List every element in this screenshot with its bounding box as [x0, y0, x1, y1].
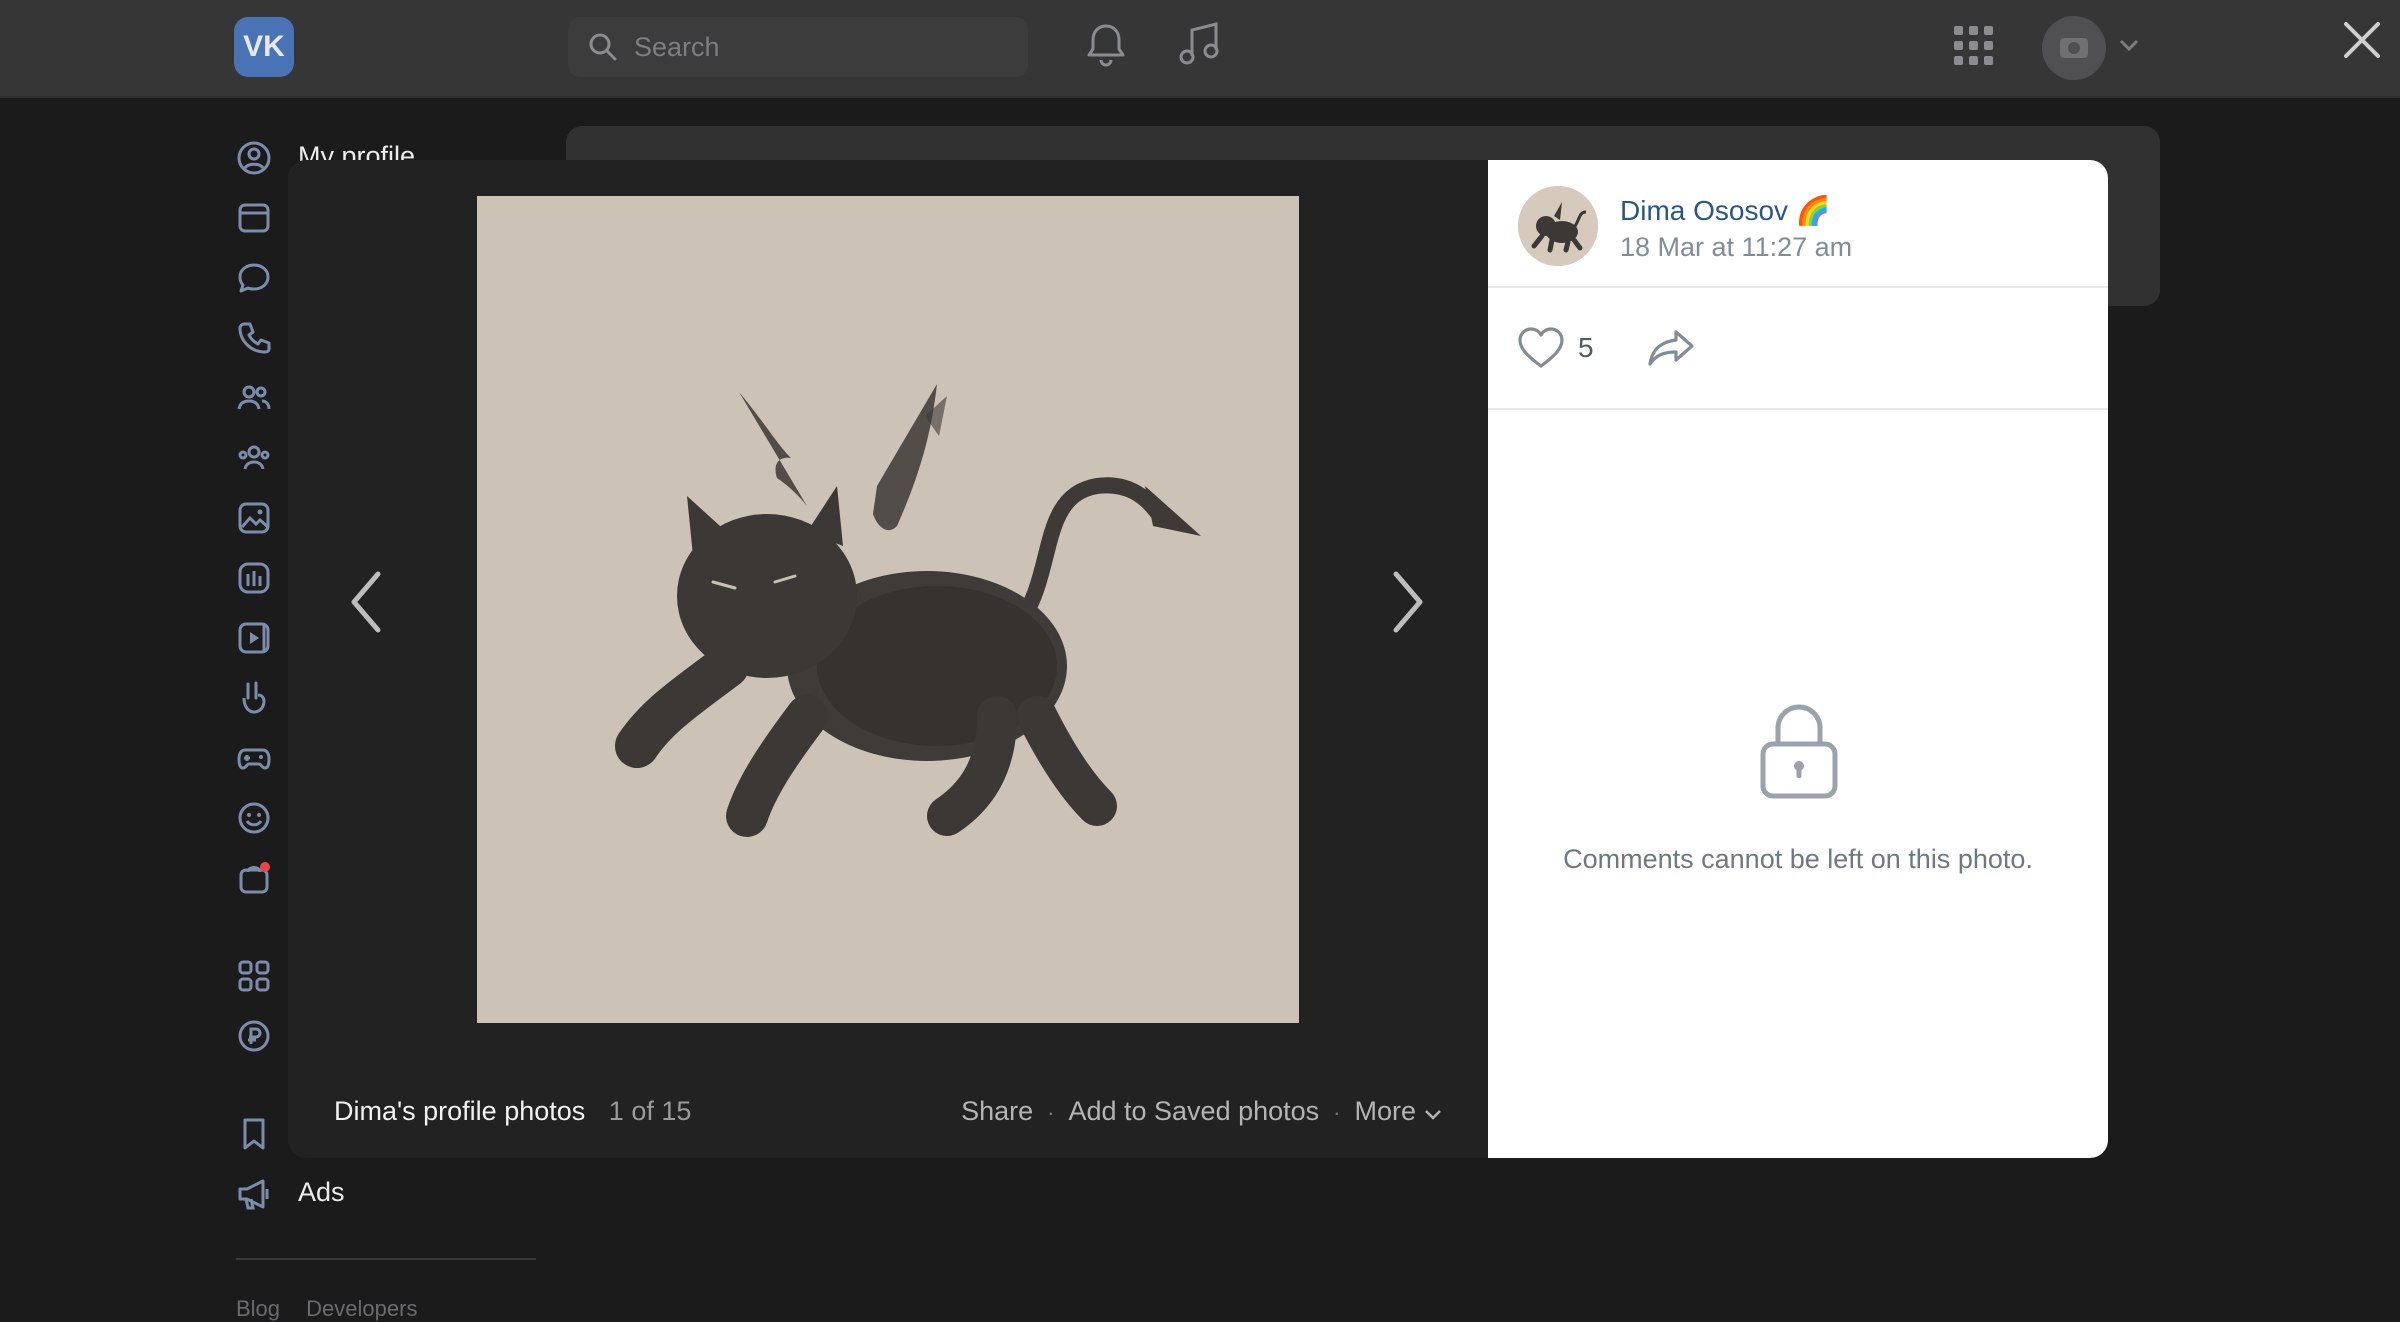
like-button[interactable]: 5 — [1516, 322, 1616, 374]
footer-link-developers[interactable]: Developers — [306, 1296, 417, 1321]
stickers-icon — [236, 800, 272, 841]
chevron-down-icon — [1424, 1097, 1442, 1128]
share-button[interactable] — [1646, 322, 1702, 374]
close-icon[interactable] — [2340, 18, 2384, 67]
profile-avatar[interactable] — [2042, 16, 2106, 80]
user-circle-icon — [236, 140, 272, 181]
lock-icon — [1758, 700, 1840, 805]
music-icon — [236, 560, 272, 601]
like-count: 5 — [1578, 332, 1594, 363]
footer-link-blog[interactable]: Blog — [236, 1296, 280, 1321]
communities-icon — [236, 440, 272, 481]
services-icon — [236, 958, 272, 999]
market-icon — [236, 860, 272, 901]
search-box[interactable] — [568, 17, 1028, 77]
more-menu[interactable]: More — [1354, 1096, 1442, 1126]
sidebar-item-ads[interactable]: Ads — [236, 1171, 556, 1215]
post-date[interactable]: 18 Mar at 11:27 am — [1620, 232, 1852, 263]
calls-icon — [236, 320, 272, 361]
games-icon — [236, 740, 272, 781]
winged-cat-illustration — [477, 196, 1299, 1023]
author-avatar[interactable] — [1518, 186, 1598, 266]
photo-viewer-modal: Dima's profile photos 1 of 15 Share · Add … — [288, 160, 2108, 1158]
video-icon — [236, 620, 272, 661]
photo[interactable] — [477, 196, 1299, 1023]
previous-photo-arrow-icon[interactable] — [348, 570, 384, 639]
photo-counter: 1 of 15 — [608, 1096, 692, 1126]
news-icon — [236, 200, 272, 241]
footer-links: Blog Developers — [236, 1296, 437, 1322]
add-to-saved-link[interactable]: Add to Saved photos — [1068, 1096, 1319, 1126]
next-photo-arrow-icon[interactable] — [1390, 570, 1426, 639]
share-link[interactable]: Share — [961, 1096, 1033, 1126]
chevron-down-icon[interactable] — [2118, 38, 2140, 57]
photo-actions: Share · Add to Saved photos · More — [961, 1096, 1442, 1128]
reactions-bar: 5 — [1488, 288, 2108, 410]
photo-info-pane: Dima Ososov 🌈 18 Mar at 11:27 am 5 Comme… — [1488, 160, 2108, 1158]
separator-dot: · — [1333, 1100, 1341, 1125]
camera-icon — [2060, 38, 2088, 58]
share-arrow-icon — [1646, 328, 1696, 373]
author-name[interactable]: Dima Ososov 🌈 — [1620, 194, 1831, 227]
search-icon — [588, 32, 618, 67]
search-input[interactable] — [634, 17, 1014, 77]
cat-avatar-icon — [1518, 186, 1598, 266]
sidebar-item-label: Ads — [298, 1177, 345, 1207]
megaphone-icon — [236, 1176, 274, 1217]
comments-disabled-message: Comments cannot be left on this photo. — [1563, 844, 2033, 874]
vk-logo[interactable]: VK — [234, 17, 294, 77]
payments-icon — [236, 1018, 272, 1059]
album-title[interactable]: Dima's profile photos — [334, 1096, 585, 1126]
top-bar: VK — [0, 0, 2400, 98]
separator-dot: · — [1047, 1100, 1055, 1125]
apps-grid-icon[interactable] — [1954, 26, 1994, 71]
sidebar-divider — [236, 1258, 536, 1260]
bookmarks-icon — [236, 1116, 272, 1157]
clips-icon — [236, 680, 272, 721]
bell-icon[interactable] — [1084, 20, 1128, 73]
photos-icon — [236, 500, 272, 541]
more-label: More — [1354, 1096, 1416, 1126]
friends-icon — [236, 380, 272, 421]
photo-caption: Dima's profile photos 1 of 15 — [334, 1096, 691, 1127]
photo-pane: Dima's profile photos 1 of 15 Share · Add … — [288, 160, 1488, 1158]
heart-icon — [1516, 326, 1566, 375]
messenger-icon — [236, 260, 272, 301]
author-header: Dima Ososov 🌈 18 Mar at 11:27 am — [1488, 160, 2108, 288]
music-note-icon[interactable] — [1178, 20, 1224, 73]
